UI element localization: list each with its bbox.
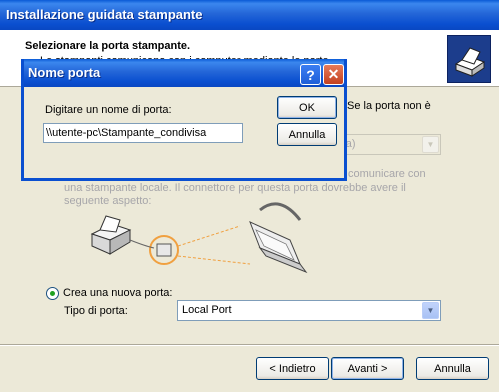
chevron-down-icon[interactable]: ▼ bbox=[422, 302, 439, 319]
description-line-1: comunicare con bbox=[348, 168, 426, 180]
printer-wizard-icon bbox=[447, 35, 491, 83]
wizard-titlebar: Installazione guidata stampante bbox=[0, 0, 499, 30]
printer-connector-illustration bbox=[90, 202, 308, 274]
dialog-cancel-button[interactable]: Annulla bbox=[277, 123, 337, 146]
port-icon bbox=[156, 243, 172, 257]
port-name-input[interactable]: \\utente-pc\Stampante_condivisa bbox=[43, 123, 243, 143]
chevron-down-icon: ▼ bbox=[422, 136, 439, 153]
port-hint-text: Se la porta non è bbox=[347, 100, 431, 112]
port-name-prompt: Digitare un nome di porta: bbox=[45, 104, 172, 116]
port-type-label: Tipo di porta: bbox=[64, 305, 128, 317]
ok-button[interactable]: OK bbox=[277, 96, 337, 119]
description-line-2: una stampante locale. Il connettore per … bbox=[64, 182, 406, 194]
next-button[interactable]: Avanti > bbox=[331, 357, 404, 380]
cancel-button[interactable]: Annulla bbox=[416, 357, 489, 380]
create-new-port-radio[interactable] bbox=[46, 287, 59, 300]
port-type-value: Local Port bbox=[182, 304, 232, 316]
port-type-combo[interactable]: Local Port ▼ bbox=[177, 300, 441, 321]
dialog-titlebar: Nome porta bbox=[24, 59, 344, 87]
header-title: Selezionare la porta stampante. bbox=[25, 40, 191, 52]
help-icon[interactable]: ? bbox=[300, 64, 321, 85]
button-separator bbox=[0, 344, 499, 346]
close-icon[interactable]: ✕ bbox=[323, 64, 344, 85]
create-new-port-label: Crea una nuova porta: bbox=[63, 287, 173, 299]
printer-icon bbox=[90, 215, 132, 255]
port-name-dialog: Nome porta ? ✕ Digitare un nome di porta… bbox=[21, 59, 347, 181]
parallel-connector-icon bbox=[249, 202, 308, 274]
back-button[interactable]: < Indietro bbox=[256, 357, 329, 380]
